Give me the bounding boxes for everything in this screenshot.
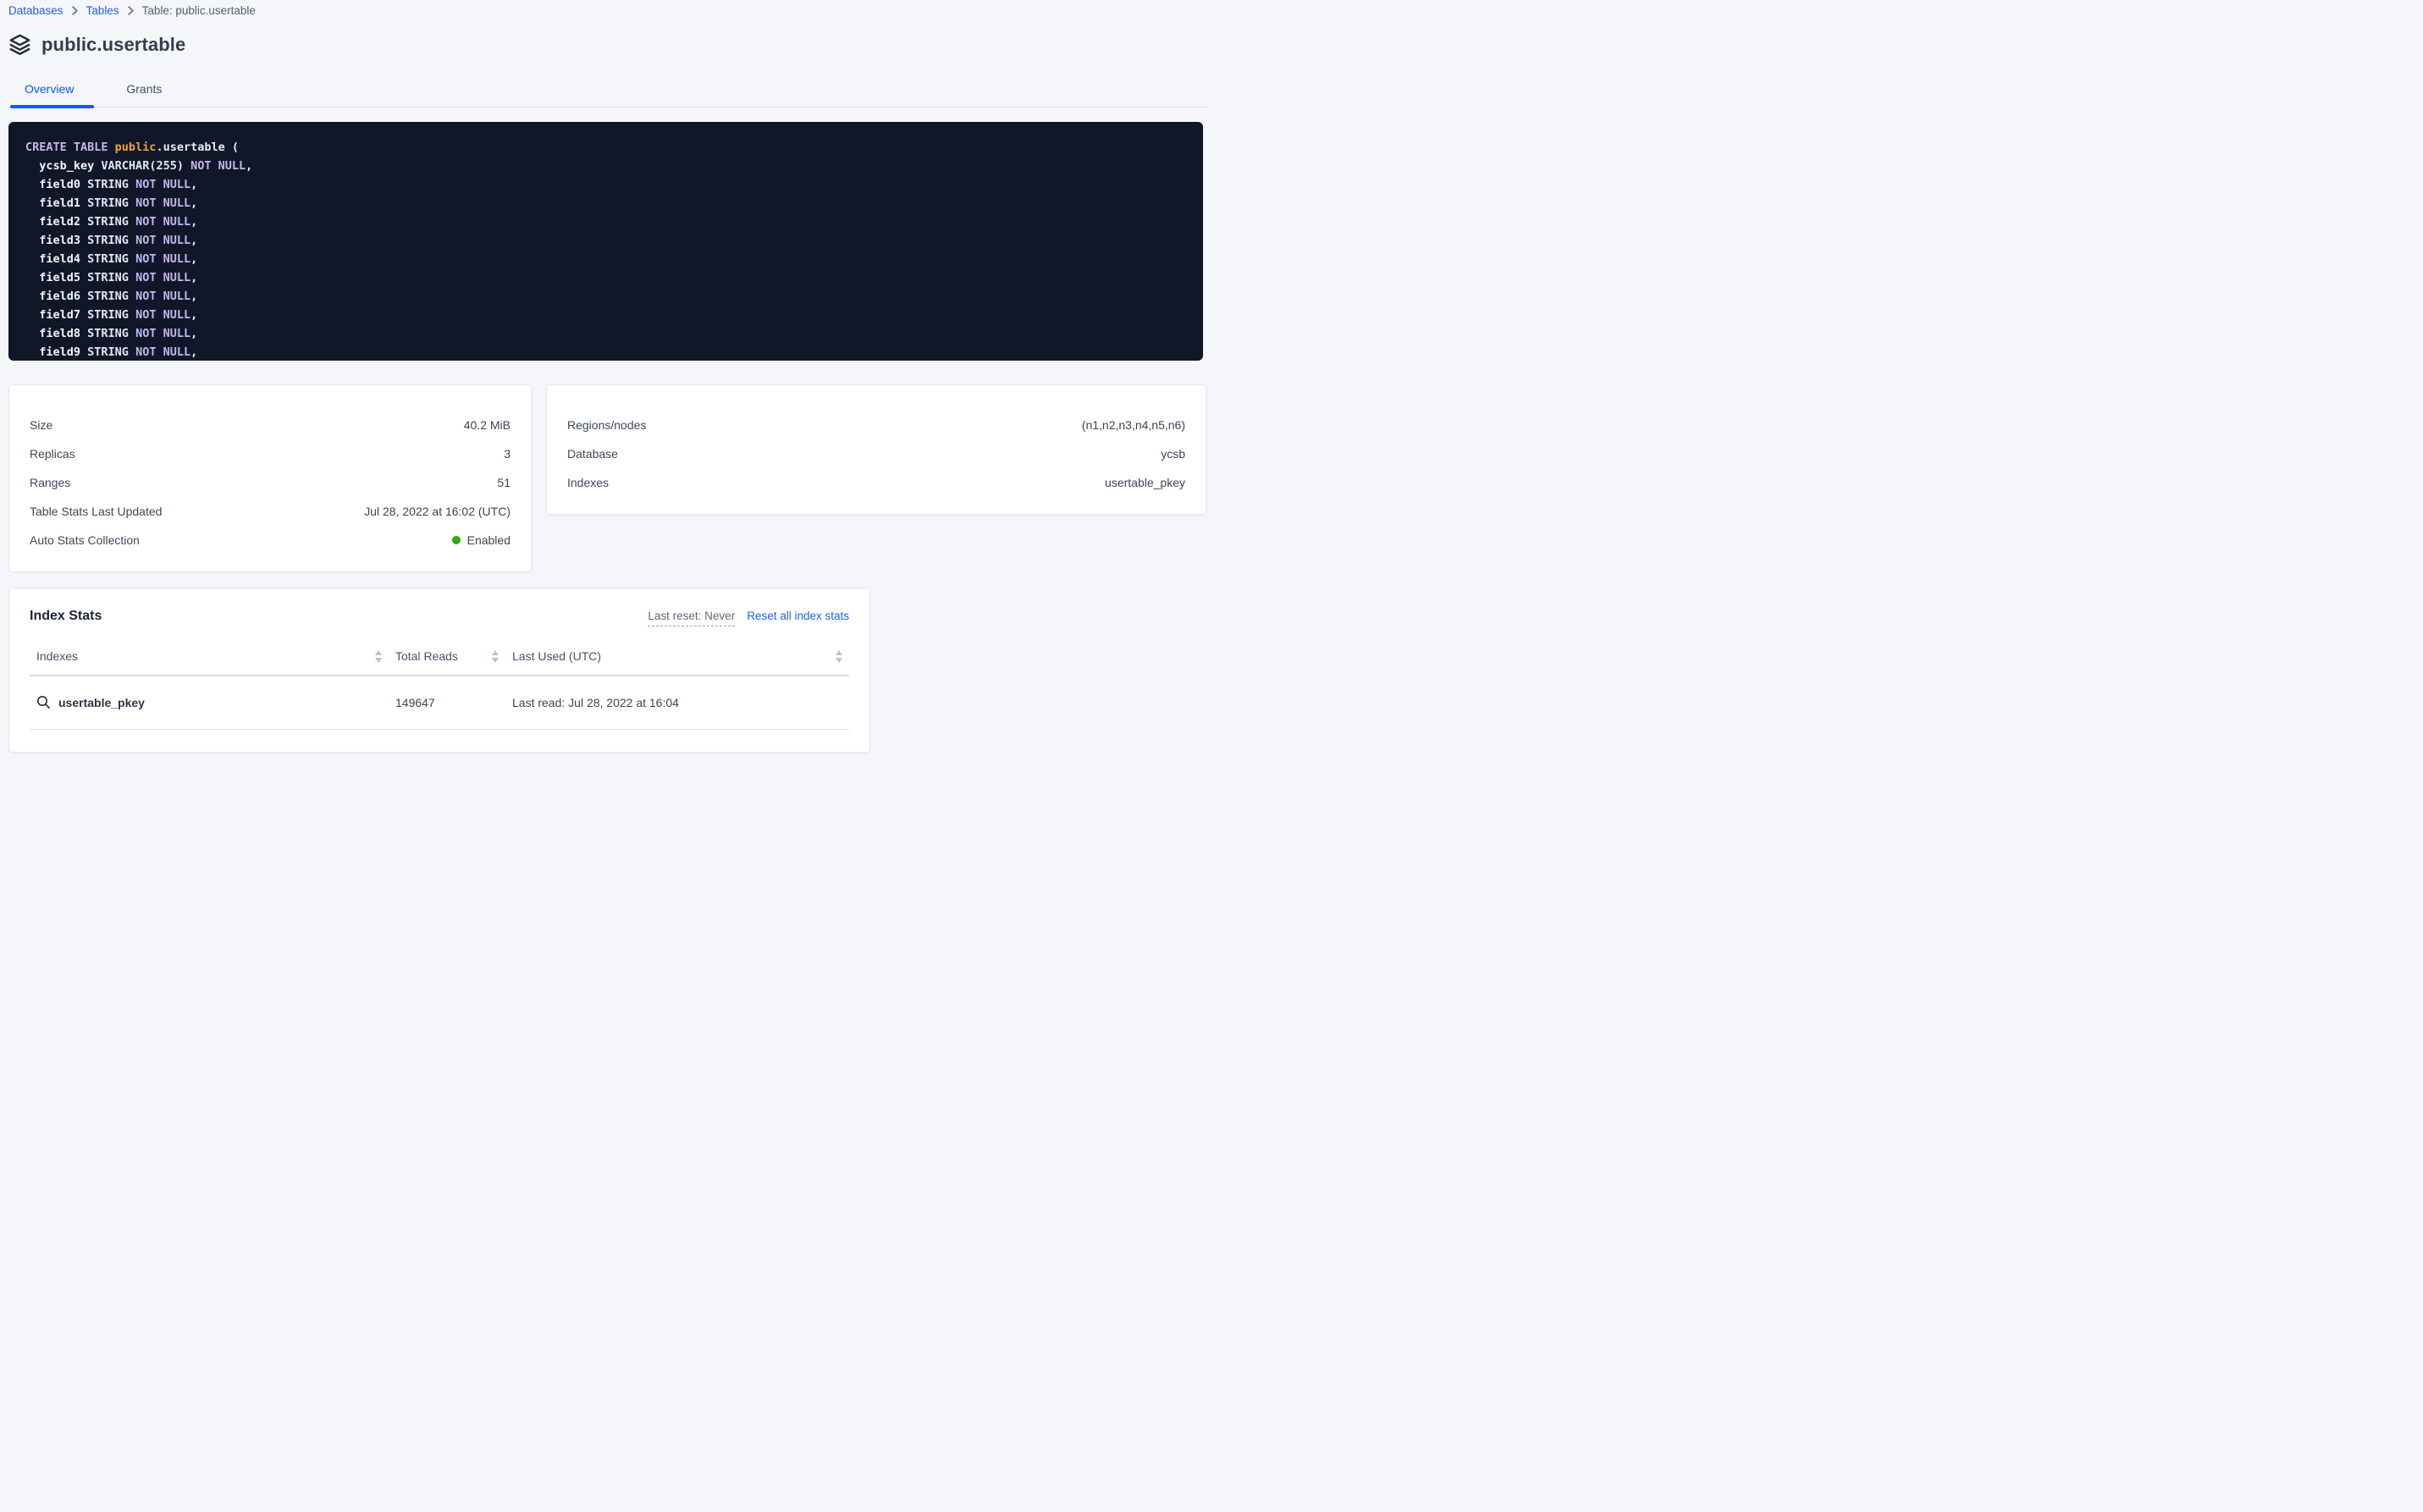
column-header-indexes[interactable]: Indexes	[30, 644, 389, 676]
total-reads-cell: 149647	[389, 676, 505, 730]
stat-row: Ranges 51	[30, 468, 511, 497]
stat-row: Regions/nodes (n1,n2,n3,n4,n5,n6)	[567, 411, 1185, 439]
stat-label: Regions/nodes	[567, 418, 646, 432]
stat-label: Indexes	[567, 476, 609, 489]
stat-label: Ranges	[30, 476, 70, 489]
stat-value: 3	[504, 447, 511, 461]
column-header-last-used[interactable]: Last Used (UTC)	[505, 644, 849, 676]
detail-cards-row: Size 40.2 MiB Replicas 3 Ranges 51 Table…	[8, 384, 1206, 572]
index-stats-title: Index Stats	[30, 609, 648, 624]
stat-value: (n1,n2,n3,n4,n5,n6)	[1082, 418, 1185, 432]
column-label: Indexes	[36, 649, 78, 663]
chevron-right-icon	[71, 6, 79, 15]
page-title: public.usertable	[41, 34, 185, 56]
table-row: usertable_pkey 149647 Last read: Jul 28,…	[30, 676, 849, 730]
index-stats-card: Index Stats Last reset: Never Reset all …	[8, 588, 870, 753]
breadcrumb-current: Table: public.usertable	[142, 4, 256, 17]
stat-row: Database ycsb	[567, 439, 1185, 468]
tab-bar: Overview Grants	[8, 75, 1206, 108]
sql-code: CREATE TABLE public.usertable ( ycsb_key…	[25, 138, 1186, 361]
index-name[interactable]: usertable_pkey	[58, 696, 145, 709]
breadcrumb-link-databases[interactable]: Databases	[8, 4, 63, 17]
create-table-sql-block[interactable]: CREATE TABLE public.usertable ( ycsb_key…	[8, 122, 1203, 361]
breadcrumb-link-tables[interactable]: Tables	[86, 4, 119, 17]
stat-label: Size	[30, 418, 52, 432]
stat-label: Replicas	[30, 447, 75, 461]
search-icon	[36, 695, 51, 709]
sort-icon[interactable]	[492, 650, 499, 663]
reset-index-stats-link[interactable]: Reset all index stats	[747, 610, 849, 622]
sort-icon[interactable]	[375, 650, 382, 663]
stat-value: 51	[497, 476, 511, 489]
index-stats-table: Indexes Total Reads Last Used (UTC)	[30, 644, 849, 730]
chevron-right-icon	[127, 6, 135, 15]
tab-grants[interactable]: Grants	[116, 75, 172, 107]
stat-row: Table Stats Last Updated Jul 28, 2022 at…	[30, 497, 511, 526]
stat-value: Enabled	[452, 533, 511, 547]
breadcrumb: Databases Tables Table: public.usertable	[8, 0, 1206, 17]
tab-overview[interactable]: Overview	[14, 75, 84, 107]
stat-value: ycsb	[1161, 447, 1185, 461]
column-label: Total Reads	[395, 649, 458, 663]
stat-label: Database	[567, 447, 618, 461]
stat-value: usertable_pkey	[1105, 476, 1185, 489]
status-dot	[452, 536, 461, 544]
stat-row: Indexes usertable_pkey	[567, 468, 1185, 497]
index-stats-header: Index Stats Last reset: Never Reset all …	[30, 609, 849, 626]
stat-row: Replicas 3	[30, 439, 511, 468]
index-name-cell[interactable]: usertable_pkey	[36, 695, 382, 709]
column-label: Last Used (UTC)	[512, 649, 601, 663]
table-topology-card: Regions/nodes (n1,n2,n3,n4,n5,n6) Databa…	[546, 384, 1206, 515]
stat-label: Table Stats Last Updated	[30, 505, 162, 518]
page-content: Databases Tables Table: public.usertable…	[8, 0, 1206, 753]
stat-label: Auto Stats Collection	[30, 533, 140, 547]
stat-row: Size 40.2 MiB	[30, 411, 511, 439]
table-details-card: Size 40.2 MiB Replicas 3 Ranges 51 Table…	[8, 384, 532, 572]
stat-row: Auto Stats Collection Enabled	[30, 526, 511, 555]
last-reset-label[interactable]: Last reset: Never	[648, 610, 735, 626]
stat-value: 40.2 MiB	[464, 418, 511, 432]
index-table-header-row: Indexes Total Reads Last Used (UTC)	[30, 644, 849, 676]
sort-icon[interactable]	[836, 650, 842, 663]
last-used-cell: Last read: Jul 28, 2022 at 16:04	[505, 676, 849, 730]
layers-icon	[8, 33, 31, 56]
column-header-total-reads[interactable]: Total Reads	[389, 644, 505, 676]
stat-value: Jul 28, 2022 at 16:02 (UTC)	[364, 505, 511, 518]
page-header: public.usertable	[8, 33, 1206, 56]
